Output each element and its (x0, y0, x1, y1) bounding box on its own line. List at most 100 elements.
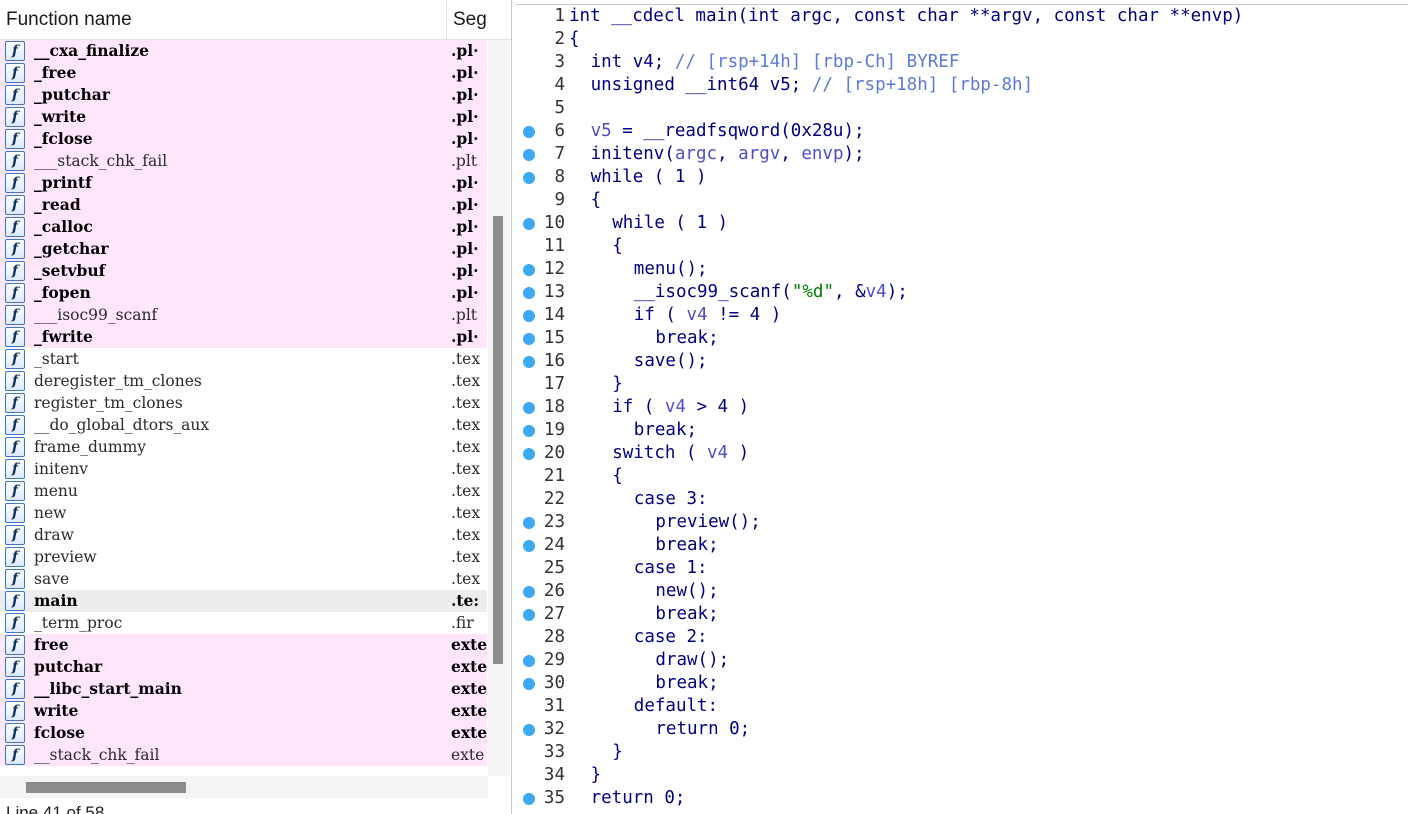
code-line[interactable]: 7 initenv(argc, argv, envp); (513, 143, 1408, 166)
function-row[interactable]: f deregister_tm_clones .tex (0, 370, 487, 392)
breakpoint-dot[interactable] (523, 333, 535, 345)
breakpoint-dot[interactable] (523, 149, 535, 161)
breakpoint-dot[interactable] (523, 655, 535, 667)
function-row[interactable]: f frame_dummy .tex (0, 436, 487, 458)
breakpoint-dot[interactable] (523, 218, 535, 230)
function-row[interactable]: f _term_proc .fir (0, 612, 487, 634)
breakpoint-dot[interactable] (523, 609, 535, 621)
function-row[interactable]: f _write .pl· (0, 106, 487, 128)
function-row[interactable]: f _setvbuf .pl· (0, 260, 487, 282)
function-row[interactable]: f __libc_start_main exte (0, 678, 487, 700)
function-row[interactable]: f free exte (0, 634, 487, 656)
function-segment: .tex (451, 504, 481, 522)
function-name: save (34, 570, 70, 588)
function-row[interactable]: f __do_global_dtors_aux .tex (0, 414, 487, 436)
function-row[interactable]: f ___isoc99_scanf .plt (0, 304, 487, 326)
breakpoint-dot[interactable] (523, 172, 535, 184)
function-row[interactable]: f _read .pl· (0, 194, 487, 216)
function-row[interactable]: f _getchar .pl· (0, 238, 487, 260)
function-row[interactable]: f _start .tex (0, 348, 487, 370)
function-row[interactable]: f main .te: (0, 590, 487, 612)
code-line[interactable]: 1 int __cdecl main(int argc, const char *… (513, 5, 1408, 28)
breakpoint-dot[interactable] (523, 310, 535, 322)
code-line[interactable]: 19 break; (513, 419, 1408, 442)
code-line[interactable]: 15 break; (513, 327, 1408, 350)
code-line[interactable]: 14 if ( v4 != 4 ) (513, 304, 1408, 327)
code-line[interactable]: 26 new(); (513, 580, 1408, 603)
function-row[interactable]: f new .tex (0, 502, 487, 524)
breakpoint-dot[interactable] (523, 287, 535, 299)
code-line[interactable]: 30 break; (513, 672, 1408, 695)
breakpoint-dot[interactable] (523, 517, 535, 529)
function-row[interactable]: f _fwrite .pl· (0, 326, 487, 348)
function-row[interactable]: f preview .tex (0, 546, 487, 568)
vertical-scroll-thumb[interactable] (493, 216, 503, 664)
function-row[interactable]: f _fopen .pl· (0, 282, 487, 304)
code-line[interactable]: 18 if ( v4 > 4 ) (513, 396, 1408, 419)
breakpoint-dot[interactable] (523, 448, 535, 460)
code-line[interactable]: 25 case 1: (513, 557, 1408, 580)
column-header-function-name[interactable]: Function name (0, 0, 447, 40)
function-row[interactable]: f _fclose .pl· (0, 128, 487, 150)
code-line[interactable]: 8 while ( 1 ) (513, 166, 1408, 189)
code-line[interactable]: 9{ (513, 189, 1408, 212)
breakpoint-dot[interactable] (523, 126, 535, 138)
function-row[interactable]: f __cxa_finalize .pl· (0, 40, 487, 62)
function-row[interactable]: f register_tm_clones .tex (0, 392, 487, 414)
code-line[interactable]: 12 menu(); (513, 258, 1408, 281)
breakpoint-dot[interactable] (523, 425, 535, 437)
function-row[interactable]: f write exte (0, 700, 487, 722)
code-line[interactable]: 2{ (513, 28, 1408, 51)
line-number: 30 (543, 673, 565, 693)
code-line[interactable]: 20 switch ( v4 ) (513, 442, 1408, 465)
code-line[interactable]: 32 return 0; (513, 718, 1408, 741)
function-row[interactable]: f ___stack_chk_fail .plt (0, 150, 487, 172)
code-line[interactable]: 27 break; (513, 603, 1408, 626)
line-number: 18 (543, 397, 565, 417)
code-line[interactable]: 33} (513, 741, 1408, 764)
code-line[interactable]: 16 save(); (513, 350, 1408, 373)
code-line[interactable]: 5 (513, 97, 1408, 120)
function-row[interactable]: f _putchar .pl· (0, 84, 487, 106)
breakpoint-dot[interactable] (523, 586, 535, 598)
breakpoint-dot[interactable] (523, 540, 535, 552)
code-line[interactable]: 4 unsigned __int64 v5; // [rsp+18h] [rbp-… (513, 74, 1408, 97)
function-row[interactable]: f _printf .pl· (0, 172, 487, 194)
function-row[interactable]: f menu .tex (0, 480, 487, 502)
pseudocode-window[interactable]: 1 int __cdecl main(int argc, const char *… (513, 0, 1408, 814)
code-line[interactable]: 17} (513, 373, 1408, 396)
function-row[interactable]: f _free .pl· (0, 62, 487, 84)
breakpoint-dot[interactable] (523, 678, 535, 690)
code-line[interactable]: 22 case 3: (513, 488, 1408, 511)
function-name: fclose (34, 723, 85, 742)
code-line[interactable]: 13 __isoc99_scanf("%d", &v4); (513, 281, 1408, 304)
function-row[interactable]: f save .tex (0, 568, 487, 590)
function-row[interactable]: f fclose exte (0, 722, 487, 744)
function-row[interactable]: f _calloc .pl· (0, 216, 487, 238)
function-row[interactable]: f putchar exte (0, 656, 487, 678)
code-line[interactable]: 29 draw(); (513, 649, 1408, 672)
code-line[interactable]: 6 v5 = __readfsqword(0x28u); (513, 120, 1408, 143)
functions-horizontal-scrollbar[interactable] (0, 776, 488, 798)
breakpoint-dot[interactable] (523, 264, 535, 276)
function-row[interactable]: f __stack_chk_fail exte (0, 744, 487, 766)
code-line[interactable]: 10 while ( 1 ) (513, 212, 1408, 235)
breakpoint-dot[interactable] (523, 724, 535, 736)
function-row[interactable]: f draw .tex (0, 524, 487, 546)
code-line[interactable]: 23 preview(); (513, 511, 1408, 534)
code-line[interactable]: 11 { (513, 235, 1408, 258)
functions-vertical-scrollbar[interactable] (488, 40, 510, 776)
code-line[interactable]: 28 case 2: (513, 626, 1408, 649)
function-row[interactable]: f initenv .tex (0, 458, 487, 480)
code-line[interactable]: 3 int v4; // [rsp+14h] [rbp-Ch] BYREF (513, 51, 1408, 74)
breakpoint-dot[interactable] (523, 402, 535, 414)
code-line[interactable]: 21 { (513, 465, 1408, 488)
code-line[interactable]: 34} (513, 764, 1408, 787)
breakpoint-dot[interactable] (523, 356, 535, 368)
column-header-segment[interactable]: Seg (447, 0, 487, 40)
code-line[interactable]: 35 return 0; (513, 787, 1408, 810)
breakpoint-dot[interactable] (523, 793, 535, 805)
code-line[interactable]: 24 break; (513, 534, 1408, 557)
horizontal-scroll-thumb[interactable] (26, 782, 186, 793)
code-line[interactable]: 31 default: (513, 695, 1408, 718)
